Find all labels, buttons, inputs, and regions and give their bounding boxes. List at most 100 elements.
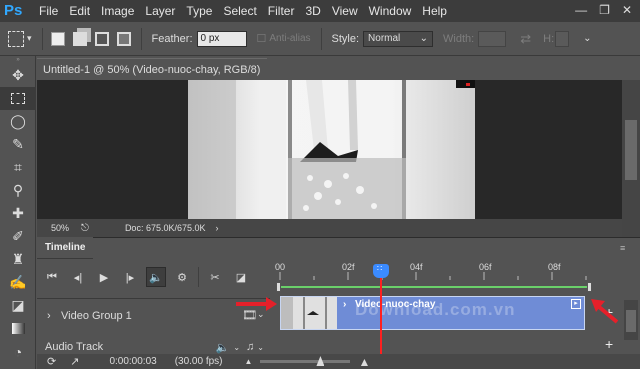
intersect-selection-icon[interactable]: [116, 31, 131, 46]
crop-tool-icon[interactable]: ⌗: [0, 156, 36, 179]
transition-icon[interactable]: ◪: [231, 267, 251, 287]
options-bar: ▾ Feather: 0 px ☐ Anti-alias Style: Norm…: [0, 22, 640, 56]
gradient-tool-icon[interactable]: [0, 317, 36, 340]
chevron-right-icon[interactable]: ›: [47, 310, 51, 322]
divider: [320, 27, 322, 50]
frame-rate: (30.00 fps): [174, 356, 223, 367]
add-selection-icon[interactable]: [72, 31, 87, 46]
blur-tool-icon[interactable]: ◔: [0, 340, 36, 363]
feather-input[interactable]: 0 px: [196, 30, 247, 47]
photoshop-logo: Ps: [4, 2, 23, 19]
previous-frame-icon[interactable]: ◂|: [68, 267, 88, 287]
work-area-range: [281, 286, 587, 288]
menu-layer[interactable]: Layer: [145, 4, 175, 18]
menu-help[interactable]: Help: [422, 4, 447, 18]
menu-filter[interactable]: Filter: [268, 4, 295, 18]
eraser-tool-icon[interactable]: ◪: [0, 294, 36, 317]
eyedropper-tool-icon[interactable]: ⚲: [0, 179, 36, 202]
zoom-slider-thumb[interactable]: [316, 356, 325, 366]
antialias-label: Anti-alias: [269, 33, 311, 44]
vertical-scrollbar[interactable]: [622, 80, 640, 237]
zoom-slider[interactable]: [260, 356, 351, 366]
divider: [198, 267, 199, 287]
minimize-button[interactable]: —: [575, 3, 587, 17]
menu-edit[interactable]: Edit: [69, 4, 90, 18]
split-scissors-icon[interactable]: ✂: [205, 267, 225, 287]
share-icon[interactable]: ⎋: [81, 223, 89, 234]
lasso-tool-icon[interactable]: ◯: [0, 110, 36, 133]
red-arrow-annotation-right: [591, 299, 619, 324]
move-tool-icon[interactable]: ✥: [0, 64, 36, 87]
menu-bar: Ps File Edit Image Layer Type Select Fil…: [0, 0, 640, 22]
close-button[interactable]: ✕: [622, 3, 632, 17]
panel-menu-icon[interactable]: ≡: [620, 243, 625, 253]
ruler-tick-label: 02f: [342, 262, 355, 272]
scrollbar-thumb[interactable]: [625, 120, 637, 180]
canvas-image[interactable]: [188, 80, 475, 219]
music-note-icon[interactable]: ♫: [246, 341, 254, 353]
ruler-tick-label: 06f: [479, 262, 492, 272]
play-icon[interactable]: ▶: [94, 267, 114, 287]
zoom-out-mountain-icon[interactable]: ▲: [245, 357, 253, 366]
work-area-bar[interactable]: [276, 282, 592, 292]
chevron-right-icon[interactable]: ›: [343, 299, 346, 310]
settings-gear-icon[interactable]: ⚙: [172, 267, 192, 287]
divider: [41, 27, 43, 50]
menu-file[interactable]: File: [39, 4, 58, 18]
chevron-down-icon[interactable]: ⌄: [257, 343, 264, 352]
status-bar: 50% ⎋ Doc: 675.0K/675.0K ›: [37, 219, 622, 237]
style-select[interactable]: Normal ⌄: [363, 30, 434, 47]
history-brush-tool-icon[interactable]: ✍: [0, 271, 36, 294]
ruler-tick-label: 04f: [410, 262, 423, 272]
menu-image[interactable]: Image: [101, 4, 134, 18]
next-frame-icon[interactable]: |▸: [120, 267, 140, 287]
chevron-down-icon[interactable]: ⌄: [233, 343, 240, 352]
export-icon[interactable]: ↗: [70, 355, 79, 368]
menu-view[interactable]: View: [332, 4, 358, 18]
scrollbar-thumb[interactable]: [626, 310, 636, 332]
add-audio-icon[interactable]: +: [605, 336, 613, 352]
subtract-selection-icon[interactable]: [94, 31, 109, 46]
playhead-handle[interactable]: ∷: [373, 264, 389, 278]
restore-button[interactable]: ❐: [599, 3, 610, 17]
panel-grip-icon[interactable]: »: [0, 56, 36, 64]
timeline-bottom-bar: ⟳ ↗ 0:00:00:03 (30.00 fps) ▲ ▲: [37, 354, 640, 369]
chevron-down-icon[interactable]: ▾: [27, 33, 32, 44]
ruler-ticks: [279, 272, 587, 280]
menu-3d[interactable]: 3D: [305, 4, 320, 18]
quick-selection-tool-icon[interactable]: ✎: [0, 133, 36, 156]
menu-type[interactable]: Type: [186, 4, 212, 18]
menu-window[interactable]: Window: [369, 4, 412, 18]
menu-select[interactable]: Select: [223, 4, 256, 18]
width-label: Width:: [443, 32, 475, 45]
zoom-level[interactable]: 50%: [51, 223, 69, 233]
timeline-tab[interactable]: Timeline: [37, 237, 94, 259]
divider: [140, 27, 142, 50]
new-selection-icon[interactable]: [50, 31, 65, 46]
antialias-checkbox[interactable]: ☐: [257, 32, 267, 45]
swap-icon[interactable]: ⇄: [520, 31, 531, 47]
clip-options-icon[interactable]: ▸: [571, 299, 581, 309]
zoom-in-mountain-icon[interactable]: ▲: [358, 355, 370, 369]
width-input[interactable]: [478, 30, 507, 47]
height-input[interactable]: [555, 30, 570, 47]
clone-stamp-tool-icon[interactable]: ♜: [0, 248, 36, 271]
work-area-end-handle[interactable]: [587, 282, 592, 292]
chevron-down-icon: ⌄: [583, 33, 592, 44]
speaker-icon[interactable]: 🔈: [216, 341, 230, 354]
height-label: H:: [543, 32, 555, 45]
render-video-icon[interactable]: ⟳: [47, 355, 56, 368]
rectangular-marquee-tool-icon[interactable]: [0, 87, 36, 110]
timeline-scrollbar[interactable]: [624, 300, 638, 340]
go-to-first-frame-icon[interactable]: ⏮: [42, 267, 62, 287]
healing-brush-tool-icon[interactable]: ✚: [0, 202, 36, 225]
ruler-tick-label: 08f: [548, 262, 561, 272]
video-group-label: Video Group 1: [61, 310, 132, 322]
playback-controls: ⏮ ◂| ▶ |▸ 🔈 ⚙ ✂ ◪: [42, 267, 251, 287]
chevron-right-icon[interactable]: ›: [216, 223, 219, 233]
document-tab[interactable]: Untitled-1 @ 50% (Video-nuoc-chay, RGB/8…: [37, 58, 267, 98]
mute-audio-icon[interactable]: 🔈: [146, 267, 166, 287]
refine-select[interactable]: ⌄: [579, 31, 601, 47]
brush-tool-icon[interactable]: ✐: [0, 225, 36, 248]
marquee-preset-icon[interactable]: [8, 30, 24, 47]
